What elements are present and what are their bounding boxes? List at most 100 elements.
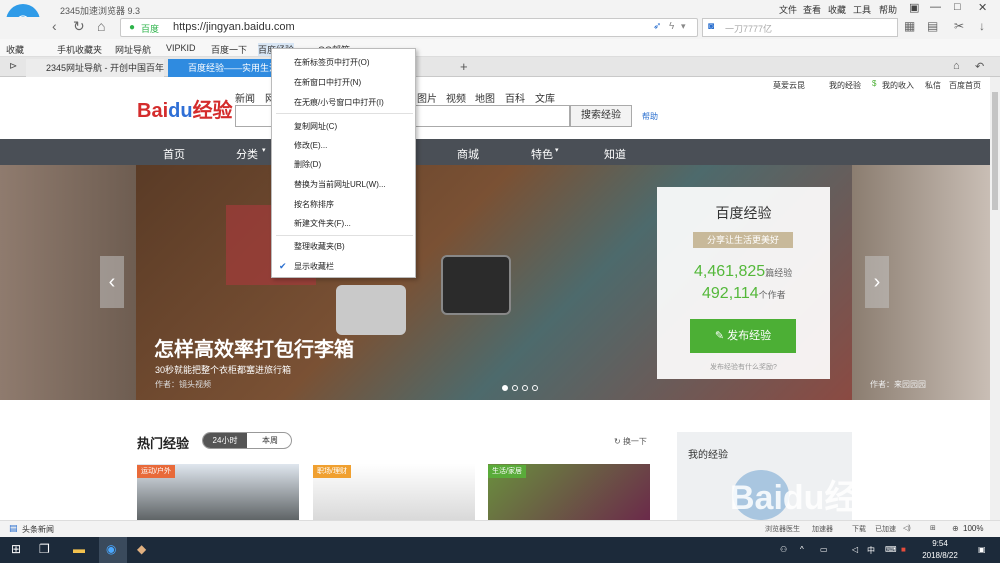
- status-accelerator[interactable]: 加速器: [812, 524, 833, 534]
- carousel-dot[interactable]: [502, 385, 508, 391]
- antivirus-icon[interactable]: ■: [901, 545, 906, 554]
- tag-life[interactable]: 生活/家居: [488, 465, 526, 478]
- menu-delete[interactable]: 删除(D): [294, 159, 321, 170]
- my-experience-link[interactable]: 我的经验: [829, 80, 861, 91]
- nav-images[interactable]: 图片: [417, 90, 437, 105]
- nav-mall[interactable]: 商城: [457, 146, 479, 162]
- minimize-icon[interactable]: —: [930, 1, 941, 13]
- bookmark-baidu[interactable]: 百度一下: [211, 43, 247, 56]
- volume-icon[interactable]: ◁): [903, 524, 911, 532]
- zoom-icon[interactable]: ⊕: [952, 524, 959, 533]
- menu-help[interactable]: 帮助: [879, 3, 897, 16]
- nav-home[interactable]: 首页: [163, 146, 185, 162]
- menu-open-incognito[interactable]: 在无痕/小号窗口中打开(I): [294, 97, 384, 108]
- people-icon[interactable]: ⚇: [780, 545, 787, 554]
- nav-video[interactable]: 视频: [446, 90, 466, 105]
- hero-title[interactable]: 怎样高效率打包行李箱: [154, 333, 354, 362]
- menu-open-new-window[interactable]: 在新窗口中打开(N): [294, 77, 361, 88]
- tag-career[interactable]: 职场/理财: [313, 465, 351, 478]
- username-link[interactable]: 莫爱云昆: [773, 80, 805, 91]
- zoom-level[interactable]: 100%: [963, 524, 983, 533]
- bookmark-nav[interactable]: 网址导航: [115, 43, 151, 56]
- menu-edit[interactable]: 修改(E)...: [294, 140, 327, 151]
- hero-next-arrow[interactable]: ›: [865, 256, 889, 308]
- screenshot-icon[interactable]: ⊞: [930, 524, 936, 532]
- scissors-icon[interactable]: ✂: [954, 19, 964, 33]
- task-view-icon[interactable]: ❐: [39, 542, 50, 556]
- help-link[interactable]: 帮助: [642, 111, 658, 122]
- nav-baike[interactable]: 百科: [505, 90, 525, 105]
- app-taskbar-icon[interactable]: ◆: [137, 542, 146, 556]
- search-box[interactable]: ◙ 一刀7777亿: [702, 18, 898, 37]
- scrollbar-thumb[interactable]: [992, 92, 998, 210]
- rocket-icon[interactable]: ➶: [653, 21, 661, 32]
- menu-view[interactable]: 查看: [803, 3, 821, 16]
- nav-map[interactable]: 地图: [475, 90, 495, 105]
- status-accelerated[interactable]: 已加速: [875, 524, 896, 534]
- home-icon[interactable]: ⌂: [97, 18, 105, 34]
- nav-category[interactable]: 分类: [236, 146, 258, 162]
- close-icon[interactable]: ✕: [978, 1, 987, 14]
- url-text[interactable]: https://jingyan.baidu.com: [173, 21, 295, 33]
- bookmark-vipkid[interactable]: VIPKID: [166, 43, 196, 53]
- headline-news[interactable]: 头条新闻: [22, 524, 54, 535]
- carousel-dot[interactable]: [522, 385, 528, 391]
- nav-wenku[interactable]: 文库: [535, 90, 555, 105]
- nav-featured[interactable]: 特色: [531, 146, 553, 162]
- dropdown-icon[interactable]: ▾: [681, 21, 686, 32]
- tag-outdoor[interactable]: 运动/户外: [137, 465, 175, 478]
- hero-prev-arrow[interactable]: ‹: [100, 256, 124, 308]
- menu-open-new-tab[interactable]: 在新标签页中打开(O): [294, 57, 370, 68]
- ime-indicator[interactable]: 中: [867, 545, 875, 556]
- baidu-home-link[interactable]: 百度首页: [949, 80, 981, 91]
- nav-zhidao[interactable]: 知道: [604, 146, 626, 162]
- reader-icon[interactable]: ▤: [927, 19, 938, 33]
- file-explorer-icon[interactable]: ▬: [73, 542, 85, 556]
- address-bar[interactable]: ● 百度 https://jingyan.baidu.com ➶ ϟ ▾: [120, 18, 698, 37]
- carousel-dot[interactable]: [532, 385, 538, 391]
- tab-2345[interactable]: 2345网址导航 - 开创中国百年品牌: [26, 59, 164, 77]
- nav-news[interactable]: 新闻: [235, 90, 255, 105]
- menu-favorites[interactable]: 收藏: [828, 3, 846, 16]
- menu-sort-by-name[interactable]: 按名称排序: [294, 199, 334, 210]
- bookmark-favorites[interactable]: 收藏: [6, 43, 24, 56]
- bookmark-mobile[interactable]: 手机收藏夹: [57, 43, 102, 56]
- status-download[interactable]: 下载: [852, 524, 866, 534]
- maximize-icon[interactable]: □: [954, 1, 961, 13]
- search-engine-icon[interactable]: ◙: [708, 21, 714, 32]
- refresh-icon[interactable]: ↻: [73, 18, 85, 35]
- status-doctor[interactable]: 浏览器医生: [765, 524, 800, 534]
- publish-experience-button[interactable]: ✎ 发布经验: [690, 319, 796, 353]
- tab-24h[interactable]: 24小时: [203, 433, 247, 448]
- volume-tray-icon[interactable]: ◁: [852, 545, 858, 554]
- menu-show-favorites-bar[interactable]: 显示收藏栏: [294, 261, 334, 272]
- apps-icon[interactable]: ▦: [904, 19, 915, 33]
- tray-expand-icon[interactable]: ^: [800, 545, 804, 554]
- publish-reward-link[interactable]: 发布经验有什么奖励?: [657, 362, 830, 372]
- carousel-dot[interactable]: [512, 385, 518, 391]
- undo-close-icon[interactable]: ↶: [975, 60, 984, 73]
- keyboard-icon[interactable]: ⌨: [885, 545, 897, 554]
- menu-file[interactable]: 文件: [779, 3, 797, 16]
- notification-icon[interactable]: ▣: [978, 545, 986, 554]
- baidu-jingyan-logo[interactable]: Baidu经验: [137, 94, 233, 123]
- menu-replace-url[interactable]: 替换为当前网址URL(W)...: [294, 179, 386, 190]
- menu-copy-url[interactable]: 复制网址(C): [294, 121, 337, 132]
- back-icon[interactable]: ‹: [52, 18, 57, 34]
- skin-icon[interactable]: ▣: [909, 1, 919, 14]
- restore-tab-icon[interactable]: ⌂: [953, 60, 960, 72]
- menu-tools[interactable]: 工具: [853, 3, 871, 16]
- my-income-link[interactable]: 我的收入: [882, 80, 914, 91]
- search-jingyan-button[interactable]: 搜索经验: [570, 105, 632, 127]
- sidebar-toggle-icon[interactable]: ⊳: [9, 61, 17, 72]
- refresh-link[interactable]: ↻ 换一下: [614, 436, 647, 447]
- menu-new-folder[interactable]: 新建文件夹(F)...: [294, 218, 351, 229]
- messages-link[interactable]: 私信: [925, 80, 941, 91]
- download-icon[interactable]: ↓: [979, 19, 985, 33]
- menu-organize-favorites[interactable]: 整理收藏夹(B): [294, 241, 345, 252]
- lightning-icon[interactable]: ϟ: [669, 21, 674, 32]
- clock[interactable]: 9:54 2018/8/22: [915, 538, 965, 562]
- tab-week[interactable]: 本周: [247, 433, 291, 448]
- windows-start-icon[interactable]: ⊞: [11, 542, 21, 556]
- new-tab-icon[interactable]: +: [460, 59, 468, 74]
